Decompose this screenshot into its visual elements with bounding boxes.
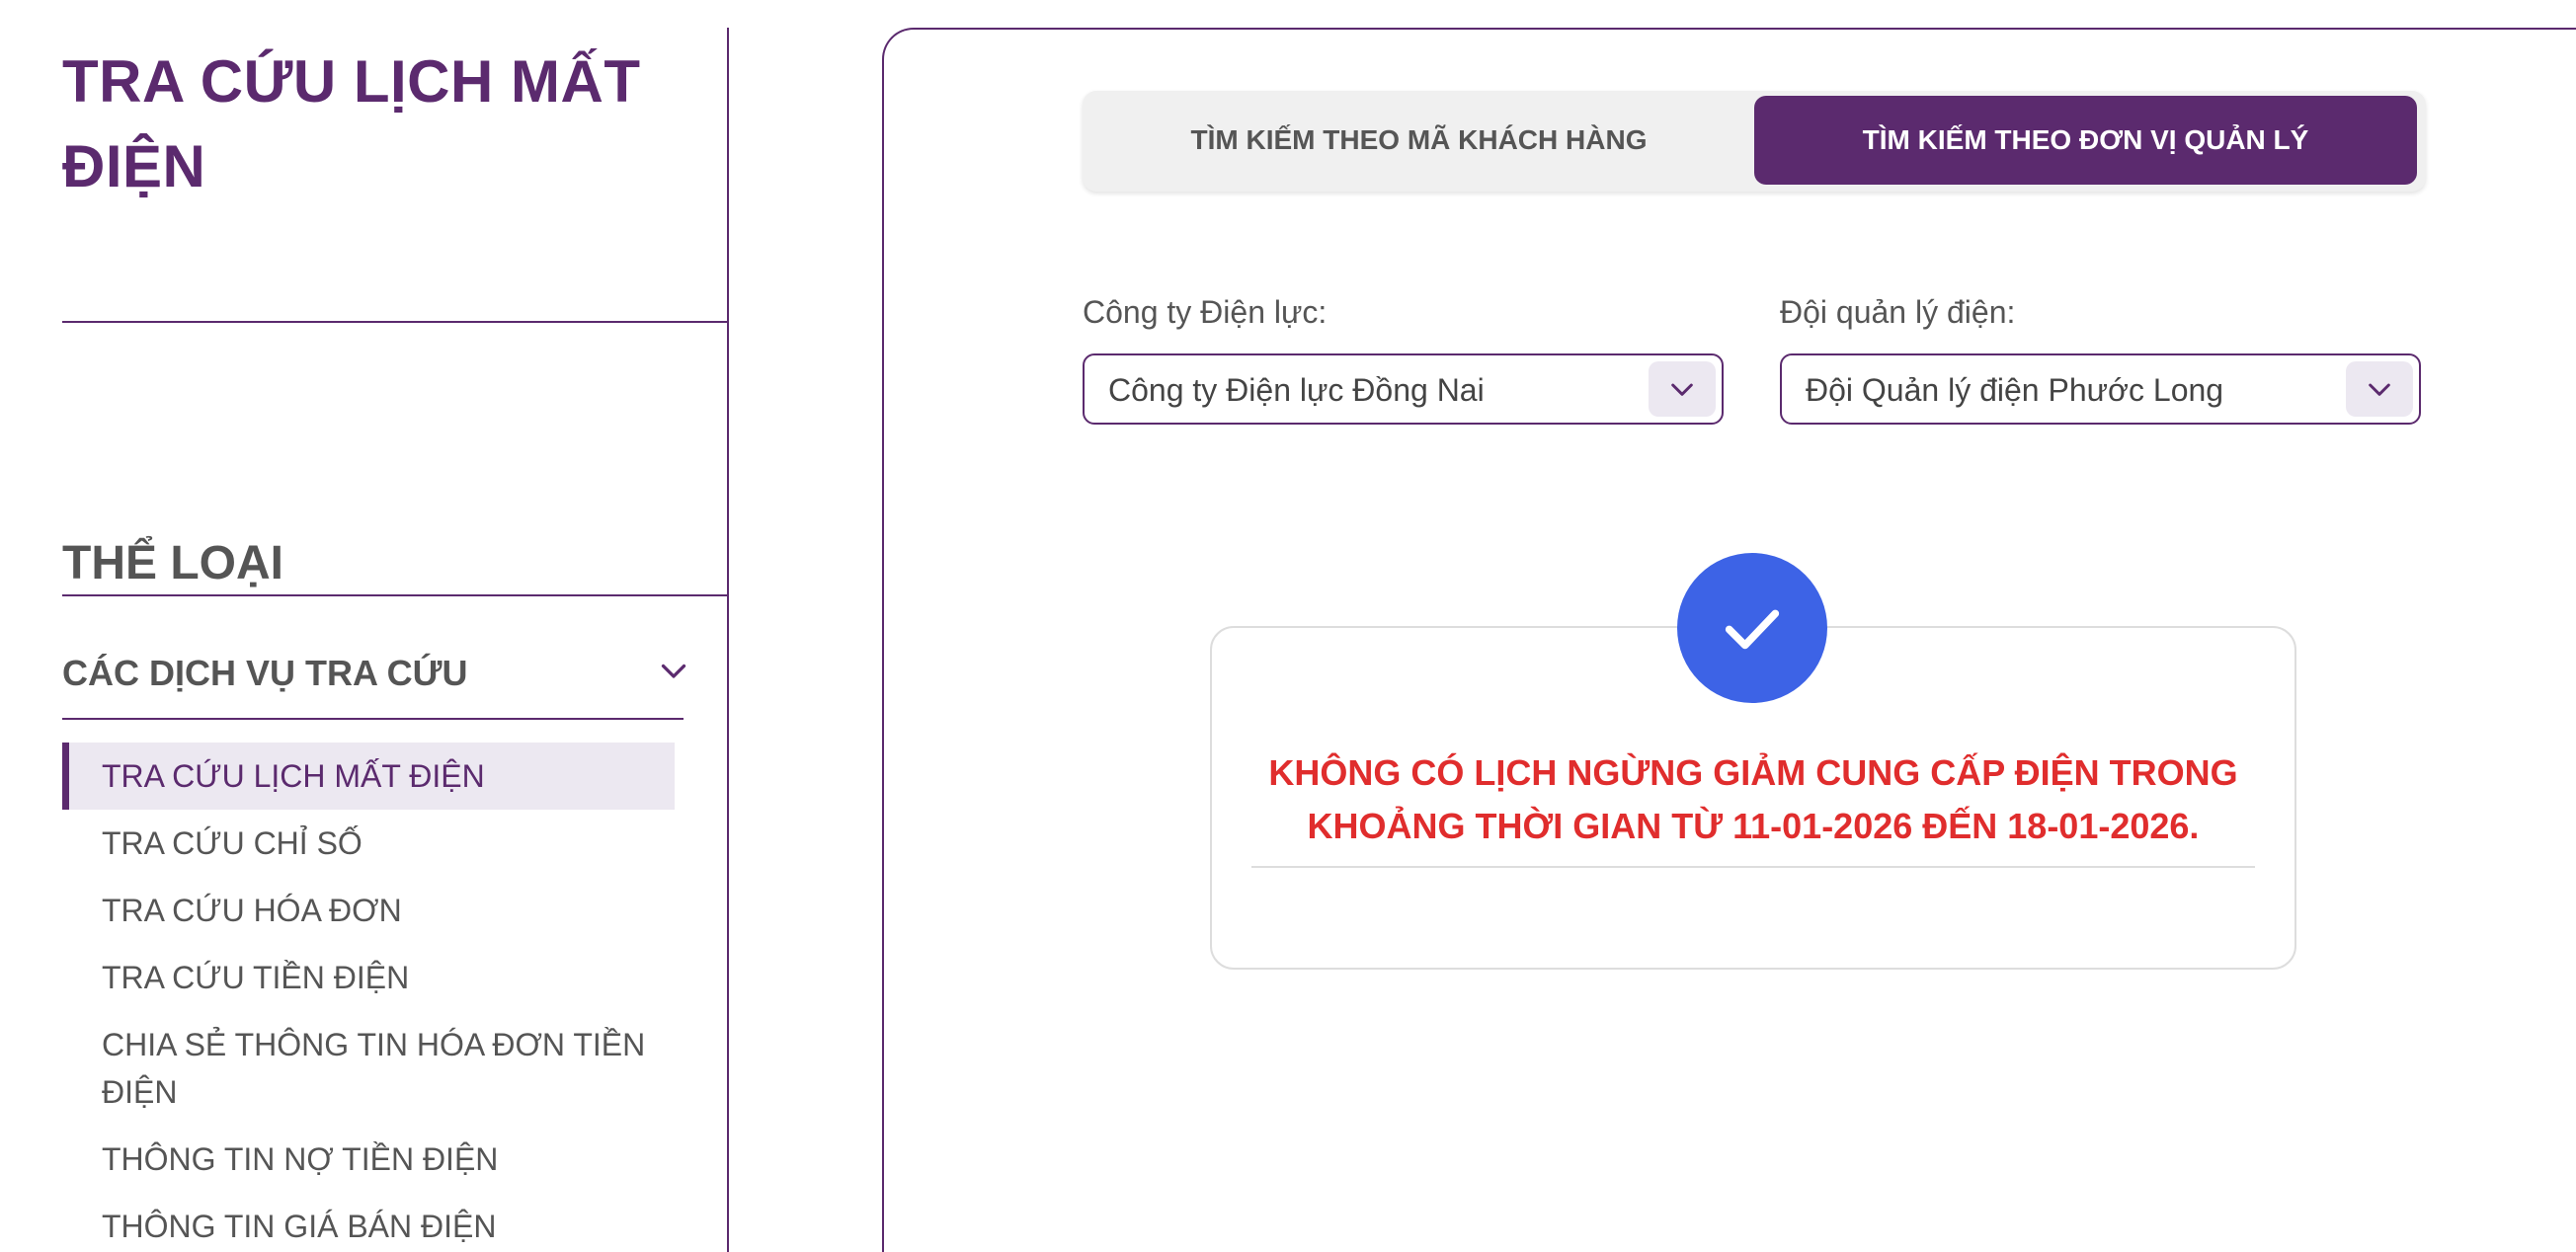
sidebar-item-outage-schedule[interactable]: TRA CỨU LỊCH MẤT ĐIỆN	[62, 743, 675, 810]
category-divider	[62, 594, 727, 596]
services-group-label: CÁC DỊCH VỤ TRA CỨU	[62, 653, 468, 693]
result-divider	[1251, 866, 2255, 868]
sidebar: TRA CỨU LỊCH MẤT ĐIỆN THỂ LOẠI CÁC DỊCH …	[62, 28, 729, 1252]
sidebar-item-invoice[interactable]: TRA CỨU HÓA ĐƠN	[62, 877, 675, 944]
chevron-down-icon	[1671, 383, 1693, 396]
team-select-value: Đội Quản lý điện Phước Long	[1806, 372, 2224, 408]
no-outage-message: KHÔNG CÓ LỊCH NGỪNG GIẢM CUNG CẤP ĐIỆN T…	[1268, 752, 2238, 846]
search-mode-tabs: TÌM KIẾM THEO MÃ KHÁCH HÀNG TÌM KIẾM THE…	[1083, 91, 2426, 192]
services-group-toggle[interactable]: CÁC DỊCH VỤ TRA CỨU	[62, 625, 686, 720]
main-panel: TÌM KIẾM THEO MÃ KHÁCH HÀNG TÌM KIẾM THE…	[882, 28, 2576, 1252]
sidebar-item-debt-info[interactable]: THÔNG TIN NỢ TIỀN ĐIỆN	[62, 1126, 675, 1193]
chevron-down-icon	[661, 664, 686, 678]
company-select-toggle[interactable]	[1649, 361, 1716, 417]
sidebar-item-electricity-cost[interactable]: TRA CỨU TIỀN ĐIỆN	[62, 944, 675, 1011]
page: TRA CỨU LỊCH MẤT ĐIỆN THỂ LOẠI CÁC DỊCH …	[0, 0, 2576, 1252]
chevron-down-icon	[2369, 383, 2390, 396]
company-select[interactable]: Công ty Điện lực Đồng Nai	[1083, 353, 1724, 425]
tab-search-by-customer-code[interactable]: TÌM KIẾM THEO MÃ KHÁCH HÀNG	[1087, 96, 1750, 185]
tab-search-by-management-unit[interactable]: TÌM KIẾM THEO ĐƠN VỊ QUẢN LÝ	[1754, 96, 2417, 185]
sidebar-item-price-info[interactable]: THÔNG TIN GIÁ BÁN ĐIỆN	[62, 1193, 675, 1252]
company-field-label: Công ty Điện lực:	[1083, 294, 1328, 330]
category-heading: THỂ LOẠI	[62, 537, 283, 589]
team-select[interactable]: Đội Quản lý điện Phước Long	[1780, 353, 2421, 425]
sidebar-item-share-invoice[interactable]: CHIA SẺ THÔNG TIN HÓA ĐƠN TIỀN ĐIỆN	[62, 1011, 675, 1126]
company-select-value: Công ty Điện lực Đồng Nai	[1108, 372, 1485, 408]
check-icon	[1725, 609, 1780, 650]
page-title: TRA CỨU LỊCH MẤT ĐIỆN	[62, 48, 641, 199]
services-list: TRA CỨU LỊCH MẤT ĐIỆN TRA CỨU CHỈ SỐ TRA…	[62, 743, 675, 1252]
team-select-toggle[interactable]	[2346, 361, 2413, 417]
sidebar-item-meter-reading[interactable]: TRA CỨU CHỈ SỐ	[62, 810, 675, 877]
success-badge	[1677, 553, 1827, 703]
team-field-label: Đội quản lý điện:	[1780, 294, 2016, 330]
title-divider	[62, 321, 727, 323]
